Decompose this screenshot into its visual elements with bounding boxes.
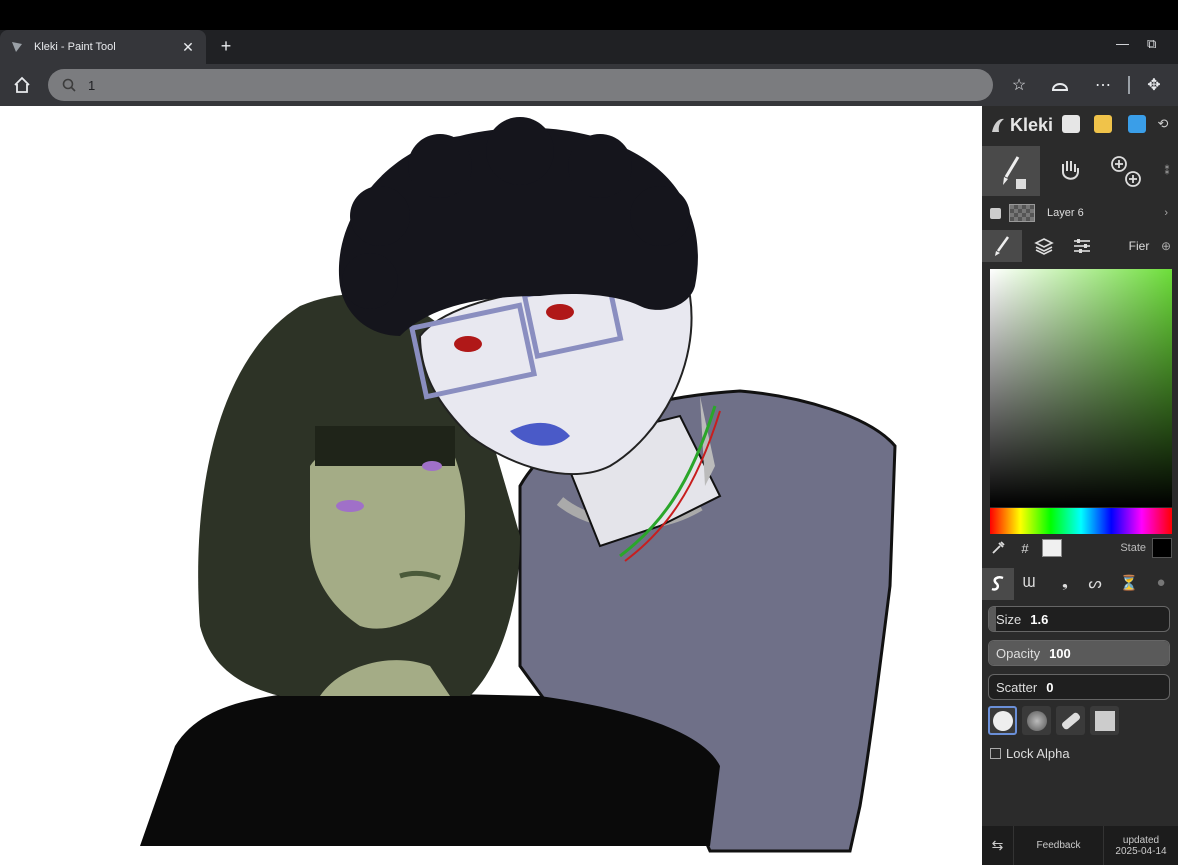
- color-picker-area[interactable]: [990, 269, 1172, 507]
- brush-type-row: Ɯ ❟ ᔕ ⏳ ●: [982, 568, 1178, 600]
- app-name: Kleki: [1010, 114, 1054, 135]
- address-text: 1: [88, 77, 96, 93]
- layer-visibility-checkbox[interactable]: [990, 207, 1001, 219]
- lock-alpha-option[interactable]: Lock Alpha: [990, 746, 1070, 761]
- browser-toolbar: 1 ☆ ⋯ ✥: [0, 64, 1178, 106]
- toolbar-divider: [1128, 76, 1130, 94]
- more-menu-icon[interactable]: ⋯: [1093, 75, 1113, 95]
- layers-icon: [1034, 238, 1054, 255]
- tab-title: Kleki - Paint Tool: [34, 41, 116, 53]
- hue-slider[interactable]: [990, 508, 1172, 534]
- panel-header: Kleki ⟲: [982, 106, 1178, 144]
- opacity-label: Opacity: [996, 645, 1041, 661]
- scatter-value: 0: [1046, 679, 1054, 695]
- state-label: State: [1120, 542, 1146, 554]
- color-row: # State: [982, 534, 1178, 562]
- secondary-color-swatch[interactable]: [1152, 538, 1172, 558]
- chisel-tip-button[interactable]: [1056, 706, 1085, 735]
- move-icon[interactable]: ✥: [1144, 75, 1164, 95]
- layer-name: Layer 6: [1047, 207, 1084, 219]
- soft-tip-icon: [1026, 710, 1047, 731]
- sliders-icon: [1074, 239, 1090, 253]
- update-info[interactable]: updated 2025-04-14: [1104, 826, 1178, 865]
- swap-side-icon[interactable]: ⇆: [982, 826, 1014, 865]
- pen-brush-icon: [991, 576, 1004, 591]
- home-icon[interactable]: [12, 75, 32, 95]
- current-color-swatch[interactable]: [1042, 539, 1062, 557]
- pixel-brush-icon[interactable]: ⏳: [1118, 574, 1140, 596]
- panel-tabs: Fier ⊕: [982, 230, 1178, 262]
- opacity-value: 100: [1049, 645, 1071, 661]
- blend-brush-icon[interactable]: Ɯ: [1018, 574, 1040, 596]
- tab-filter[interactable]: Fier: [1124, 230, 1154, 262]
- feedback-button[interactable]: Feedback: [1014, 826, 1104, 865]
- address-bar[interactable]: 1: [48, 69, 993, 101]
- brush-icon: [995, 236, 1010, 256]
- updated-date: 2025-04-14: [1115, 845, 1167, 857]
- search-icon: [62, 78, 76, 92]
- artwork: [140, 117, 897, 853]
- new-image-icon[interactable]: [1062, 115, 1080, 133]
- hex-input-button[interactable]: #: [1014, 541, 1036, 556]
- screen-top-bar: [0, 0, 1178, 30]
- browser-tab-bar: Kleki - Paint Tool ✕ + — ⧉: [0, 30, 1178, 64]
- tool-panel: Kleki ⟲ ⁑ Layer 6 › Fier ⊕ # State Ɯ ❟ ᔕ…: [982, 106, 1178, 865]
- zoom-tool-button[interactable]: [1100, 146, 1150, 196]
- size-slider[interactable]: Size 1.6: [988, 606, 1170, 632]
- round-tip-icon: [992, 710, 1013, 731]
- hand-icon: [1062, 161, 1079, 180]
- layer-row[interactable]: Layer 6 ›: [982, 198, 1178, 228]
- drawing-canvas[interactable]: [0, 106, 982, 865]
- updated-label: updated: [1122, 834, 1160, 846]
- zoom-in-icon: [1111, 156, 1141, 187]
- tab-layers[interactable]: [1026, 230, 1062, 262]
- chemy-brush-icon[interactable]: ᔕ: [1084, 574, 1106, 596]
- layer-thumbnail: [1009, 204, 1035, 222]
- brush-tool-button[interactable]: [982, 146, 1040, 196]
- browser-tab[interactable]: Kleki - Paint Tool ✕: [0, 30, 206, 64]
- panel-footer: ⇆ Feedback updated 2025-04-14: [982, 826, 1178, 865]
- bookmark-star-icon[interactable]: ☆: [1009, 75, 1029, 95]
- open-file-icon[interactable]: [1094, 115, 1112, 133]
- minimize-button[interactable]: —: [1116, 36, 1129, 56]
- scatter-slider[interactable]: Scatter 0: [988, 674, 1170, 700]
- opacity-slider[interactable]: Opacity 100: [988, 640, 1170, 666]
- round-tip-button[interactable]: [988, 706, 1017, 735]
- scatter-label: Scatter: [996, 679, 1038, 695]
- sketchy-brush-icon[interactable]: ❟: [1054, 574, 1076, 596]
- tab-close-button[interactable]: ✕: [180, 39, 196, 56]
- tab-adjust[interactable]: [1064, 230, 1100, 262]
- eraser-brush-icon[interactable]: ●: [1150, 574, 1172, 596]
- lock-alpha-label: Lock Alpha: [1006, 746, 1070, 761]
- tab-brush[interactable]: [982, 230, 1022, 262]
- brush-icon: [1003, 156, 1026, 189]
- tool-row: ⁑: [982, 146, 1178, 196]
- chevron-right-icon[interactable]: ›: [1164, 207, 1168, 219]
- twitter-icon[interactable]: [1128, 115, 1146, 133]
- eyedropper-icon[interactable]: [982, 534, 1014, 562]
- globe-icon[interactable]: ⊕: [1156, 230, 1176, 262]
- square-tip-icon: [1094, 710, 1115, 731]
- soft-tip-button[interactable]: [1022, 706, 1051, 735]
- brush-shape-row: [988, 706, 1170, 736]
- chisel-tip-icon: [1060, 711, 1081, 730]
- profile-icon[interactable]: [1050, 75, 1070, 95]
- more-tools-icon[interactable]: ⁑: [1158, 146, 1176, 196]
- kleki-favicon-icon: [12, 42, 22, 52]
- lock-alpha-checkbox[interactable]: [990, 748, 1001, 759]
- size-label: Size: [996, 611, 1022, 627]
- hand-tool-button[interactable]: [1048, 146, 1092, 196]
- settings-icon[interactable]: ⟲: [1154, 115, 1172, 133]
- restore-button[interactable]: ⧉: [1147, 36, 1156, 56]
- size-value: 1.6: [1030, 611, 1049, 627]
- pen-brush-button[interactable]: [982, 568, 1014, 600]
- new-tab-button[interactable]: +: [216, 35, 236, 57]
- kleki-logo-icon: [992, 118, 1004, 132]
- square-tip-button[interactable]: [1090, 706, 1119, 735]
